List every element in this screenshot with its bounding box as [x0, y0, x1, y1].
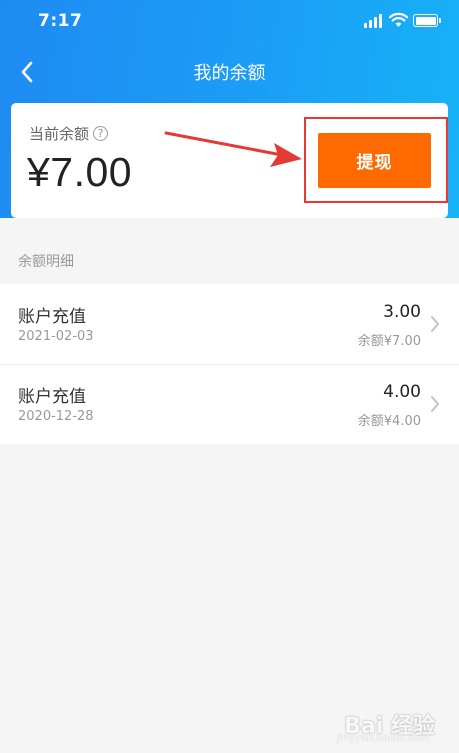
item-date: 2021-02-03	[18, 329, 94, 344]
item-amount: 3.00	[383, 302, 421, 322]
item-title: 账户充值	[18, 387, 86, 407]
item-date: 2020-12-28	[18, 409, 94, 424]
item-balance: 余额¥7.00	[357, 334, 421, 349]
battery-icon	[413, 14, 441, 27]
wifi-icon	[389, 12, 408, 27]
signal-icon	[364, 14, 384, 28]
chevron-right-icon	[431, 316, 439, 332]
withdraw-button[interactable]: 提现	[318, 133, 431, 188]
item-amount: 4.00	[383, 382, 421, 402]
item-title: 账户充值	[18, 307, 86, 327]
watermark-url: jingyan.baidu.com	[336, 733, 429, 744]
status-time: 7:17	[38, 11, 83, 31]
list-item[interactable]: 账户充值 2020-12-28 4.00 余额¥4.00	[0, 364, 459, 444]
details-section-title: 余额明细	[18, 254, 74, 270]
page-title: 我的余额	[193, 63, 266, 84]
balance-page: 7:17 我的余额 当前余额 ? ¥7.00 提现 余额明细 账户充值 2021…	[0, 0, 459, 753]
list-item[interactable]: 账户充值 2021-02-03 3.00 余额¥7.00	[0, 284, 459, 364]
balance-label: 当前余额	[29, 125, 90, 143]
red-arrow-annotation	[164, 131, 302, 167]
balance-label-row: 当前余额 ?	[29, 123, 109, 144]
balance-amount: ¥7.00	[27, 149, 133, 195]
help-icon[interactable]: ?	[93, 126, 109, 141]
nav-bar: 我的余额	[0, 46, 459, 98]
chevron-right-icon	[431, 396, 439, 412]
status-bar: 7:17	[0, 0, 459, 44]
balance-detail-list: 账户充值 2021-02-03 3.00 余额¥7.00 账户充值 2020-1…	[0, 284, 459, 444]
item-balance: 余额¥4.00	[357, 414, 421, 429]
